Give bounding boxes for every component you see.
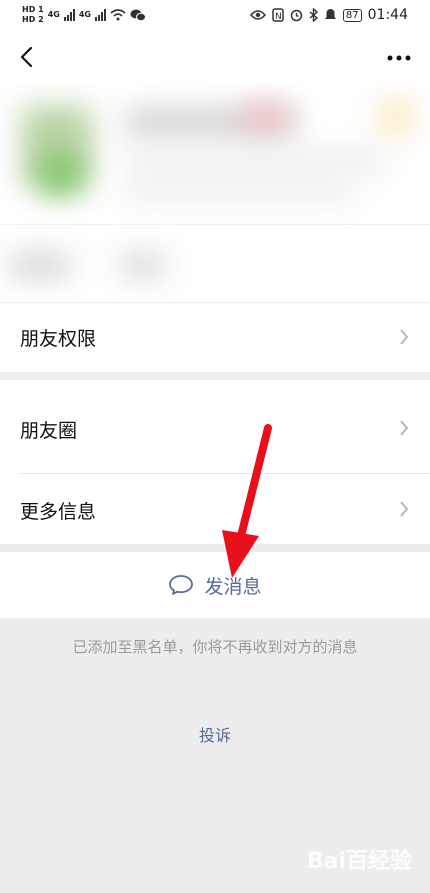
profile-badge-blur [378,99,414,135]
row-moments[interactable]: 朋友圈 [0,380,430,474]
blocked-notice: 已添加至黑名单，你将不再收到对方的消息 [72,638,358,656]
profile-text-blur [10,252,70,278]
more-options-icon[interactable] [384,48,414,68]
profile-card-blurred [0,84,430,302]
network-type-1: 4G [47,10,60,19]
chevron-right-icon [400,501,409,517]
signal-icon [94,9,106,21]
row-friend-permissions[interactable]: 朋友权限 [0,302,430,372]
profile-text-blur [120,252,165,278]
send-message-label: 发消息 [204,575,262,598]
eye-icon [249,10,266,20]
sim-labels: HD 1 HD 2 [22,6,44,24]
status-left: HD 1 HD 2 4G 4G [22,6,146,24]
silent-icon [324,9,336,19]
alarm-icon [290,9,303,22]
status-bar: HD 1 HD 2 4G 4G N 87 01:44 [0,0,430,32]
profile-accent-blur [240,104,290,130]
complain-link[interactable]: 投诉 [0,722,430,746]
row-more-info[interactable]: 更多信息 [0,474,430,544]
sim1-label: HD 1 [22,5,44,14]
bluetooth-icon [309,8,318,22]
nav-bar [0,32,430,84]
watermark: Bai百经验 [306,849,412,874]
nfc-icon: N [272,8,284,22]
back-arrow-icon[interactable] [14,42,42,72]
row-label: 朋友权限 [20,328,97,350]
battery-level: 87 [342,8,362,22]
clock: 01:44 [367,7,408,23]
signal-icon [63,9,75,21]
divider [0,224,430,225]
svg-text:N: N [275,12,282,22]
row-label: 更多信息 [20,501,97,523]
chat-bubble-icon [169,575,194,595]
sim2-label: HD 2 [22,15,44,24]
profile-text-blur [125,154,385,168]
wifi-icon [110,9,126,21]
send-message-button[interactable]: 发消息 [0,552,430,618]
wechat-icon [130,9,146,22]
chevron-right-icon [400,329,409,345]
chevron-right-icon [400,420,409,436]
status-right: N 87 01:44 [249,7,408,23]
profile-text-blur [125,184,355,198]
divider [0,302,430,303]
avatar-accent [40,154,80,194]
network-type-2: 4G [78,10,91,19]
row-label: 朋友圈 [20,420,78,442]
